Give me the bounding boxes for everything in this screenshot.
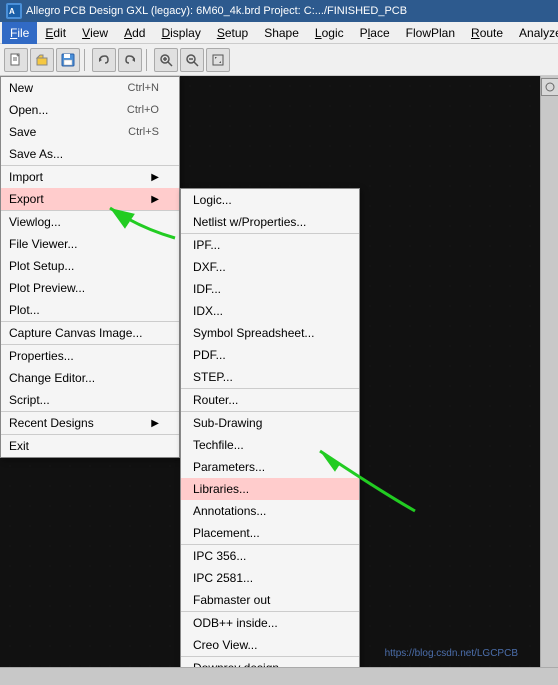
title-bar: A Allegro PCB Design GXL (legacy): 6M60_… (0, 0, 558, 22)
menu-item-new[interactable]: New Ctrl+N (1, 77, 179, 99)
menu-item-import-label: Import (9, 170, 43, 184)
file-menu: New Ctrl+N Open... Ctrl+O Save Ctrl+S Sa… (0, 76, 180, 458)
export-submenu: Logic... Netlist w/Properties... IPF... … (180, 188, 360, 667)
export-downrev[interactable]: Downrev design... (181, 656, 359, 667)
menu-item-plotsetup-label: Plot Setup... (9, 259, 74, 273)
menu-setup[interactable]: Setup (209, 22, 256, 44)
export-dxf[interactable]: DXF... (181, 256, 359, 278)
toolbar-sep1 (84, 49, 88, 71)
menu-item-viewlog-label: Viewlog... (9, 215, 61, 229)
menu-item-recentdesigns-label: Recent Designs (9, 416, 94, 430)
menu-item-save-label: Save (9, 125, 36, 139)
menu-logic[interactable]: Logic (307, 22, 352, 44)
menu-item-saveas[interactable]: Save As... (1, 143, 179, 166)
menu-item-new-shortcut: Ctrl+N (128, 82, 159, 94)
menu-view[interactable]: View (74, 22, 116, 44)
file-dropdown: New Ctrl+N Open... Ctrl+O Save Ctrl+S Sa… (0, 76, 180, 458)
toolbar-zoom-fit[interactable] (206, 48, 230, 72)
toolbar-open[interactable] (30, 48, 54, 72)
menu-shape[interactable]: Shape (256, 22, 307, 44)
menu-item-plotpreview[interactable]: Plot Preview... (1, 277, 179, 299)
menu-item-saveas-label: Save As... (9, 147, 63, 161)
menu-item-capture[interactable]: Capture Canvas Image... (1, 322, 179, 345)
green-arrow-libraries (300, 441, 420, 521)
export-fabmaster[interactable]: Fabmaster out (181, 589, 359, 611)
right-tb-1[interactable] (541, 78, 558, 96)
svg-text:A: A (9, 7, 15, 16)
menu-item-import[interactable]: Import ▶ (1, 166, 179, 188)
export-idf[interactable]: IDF... (181, 278, 359, 300)
menu-place[interactable]: Place (352, 22, 398, 44)
export-pdf[interactable]: PDF... (181, 344, 359, 366)
export-odb[interactable]: ODB++ inside... (181, 611, 359, 634)
menu-item-exit[interactable]: Exit (1, 435, 179, 457)
menu-item-open-label: Open... (9, 103, 48, 117)
export-symbol[interactable]: Symbol Spreadsheet... (181, 322, 359, 344)
menu-item-changeeditor[interactable]: Change Editor... (1, 367, 179, 389)
export-subdrawing[interactable]: Sub-Drawing (181, 411, 359, 434)
menu-analyze[interactable]: Analyze (511, 22, 558, 44)
menu-item-script-label: Script... (9, 393, 50, 407)
export-logic[interactable]: Logic... (181, 189, 359, 211)
app-window: A Allegro PCB Design GXL (legacy): 6M60_… (0, 0, 558, 685)
menu-item-plot[interactable]: Plot... (1, 299, 179, 322)
menu-item-capture-label: Capture Canvas Image... (9, 326, 142, 340)
watermark: https://blog.csdn.net/LGCPCB (385, 648, 518, 659)
menu-item-new-label: New (9, 81, 33, 95)
menu-item-recentdesigns[interactable]: Recent Designs ▶ (1, 412, 179, 435)
export-placement[interactable]: Placement... (181, 522, 359, 544)
menu-bar: File Edit View Add Display Setup Shape L… (0, 22, 558, 44)
title-bar-text: Allegro PCB Design GXL (legacy): 6M60_4k… (26, 5, 407, 17)
right-toolbar (540, 76, 558, 667)
menu-edit[interactable]: Edit (37, 22, 74, 44)
menu-item-plotpreview-label: Plot Preview... (9, 281, 85, 295)
menu-item-fileviewer-label: File Viewer... (9, 237, 77, 251)
menu-item-save[interactable]: Save Ctrl+S (1, 121, 179, 143)
menu-flowplan[interactable]: FlowPlan (398, 22, 463, 44)
menu-file[interactable]: File (2, 22, 37, 44)
menu-item-changeeditor-label: Change Editor... (9, 371, 95, 385)
menu-item-script[interactable]: Script... (1, 389, 179, 412)
toolbar (0, 44, 558, 76)
menu-item-properties[interactable]: Properties... (1, 345, 179, 367)
green-arrow-export (100, 188, 180, 248)
menu-display[interactable]: Display (153, 22, 208, 44)
menu-item-export-label: Export (9, 192, 44, 206)
menu-item-exit-label: Exit (9, 439, 29, 453)
menu-item-properties-label: Properties... (9, 349, 74, 363)
export-idx[interactable]: IDX... (181, 300, 359, 322)
menu-item-open-shortcut: Ctrl+O (127, 104, 159, 116)
export-ipc356[interactable]: IPC 356... (181, 544, 359, 567)
export-creoview[interactable]: Creo View... (181, 634, 359, 656)
app-icon: A (6, 3, 22, 19)
menu-route[interactable]: Route (463, 22, 511, 44)
export-netlist[interactable]: Netlist w/Properties... (181, 211, 359, 233)
toolbar-new[interactable] (4, 48, 28, 72)
import-arrow-icon: ▶ (151, 172, 159, 183)
recentdesigns-arrow-icon: ▶ (151, 418, 159, 429)
toolbar-save[interactable] (56, 48, 80, 72)
export-router[interactable]: Router... (181, 388, 359, 411)
content-area: A abc (0, 76, 558, 667)
export-ipf[interactable]: IPF... (181, 233, 359, 256)
toolbar-sep2 (146, 49, 150, 71)
menu-item-plotsetup[interactable]: Plot Setup... (1, 255, 179, 277)
toolbar-zoom-in[interactable] (154, 48, 178, 72)
menu-item-open[interactable]: Open... Ctrl+O (1, 99, 179, 121)
export-ipc2581[interactable]: IPC 2581... (181, 567, 359, 589)
menu-item-save-shortcut: Ctrl+S (128, 126, 159, 138)
toolbar-undo[interactable] (92, 48, 116, 72)
status-bar (0, 667, 558, 685)
toolbar-redo[interactable] (118, 48, 142, 72)
menu-add[interactable]: Add (116, 22, 153, 44)
toolbar-zoom-out[interactable] (180, 48, 204, 72)
export-step[interactable]: STEP... (181, 366, 359, 388)
menu-item-plot-label: Plot... (9, 303, 40, 317)
